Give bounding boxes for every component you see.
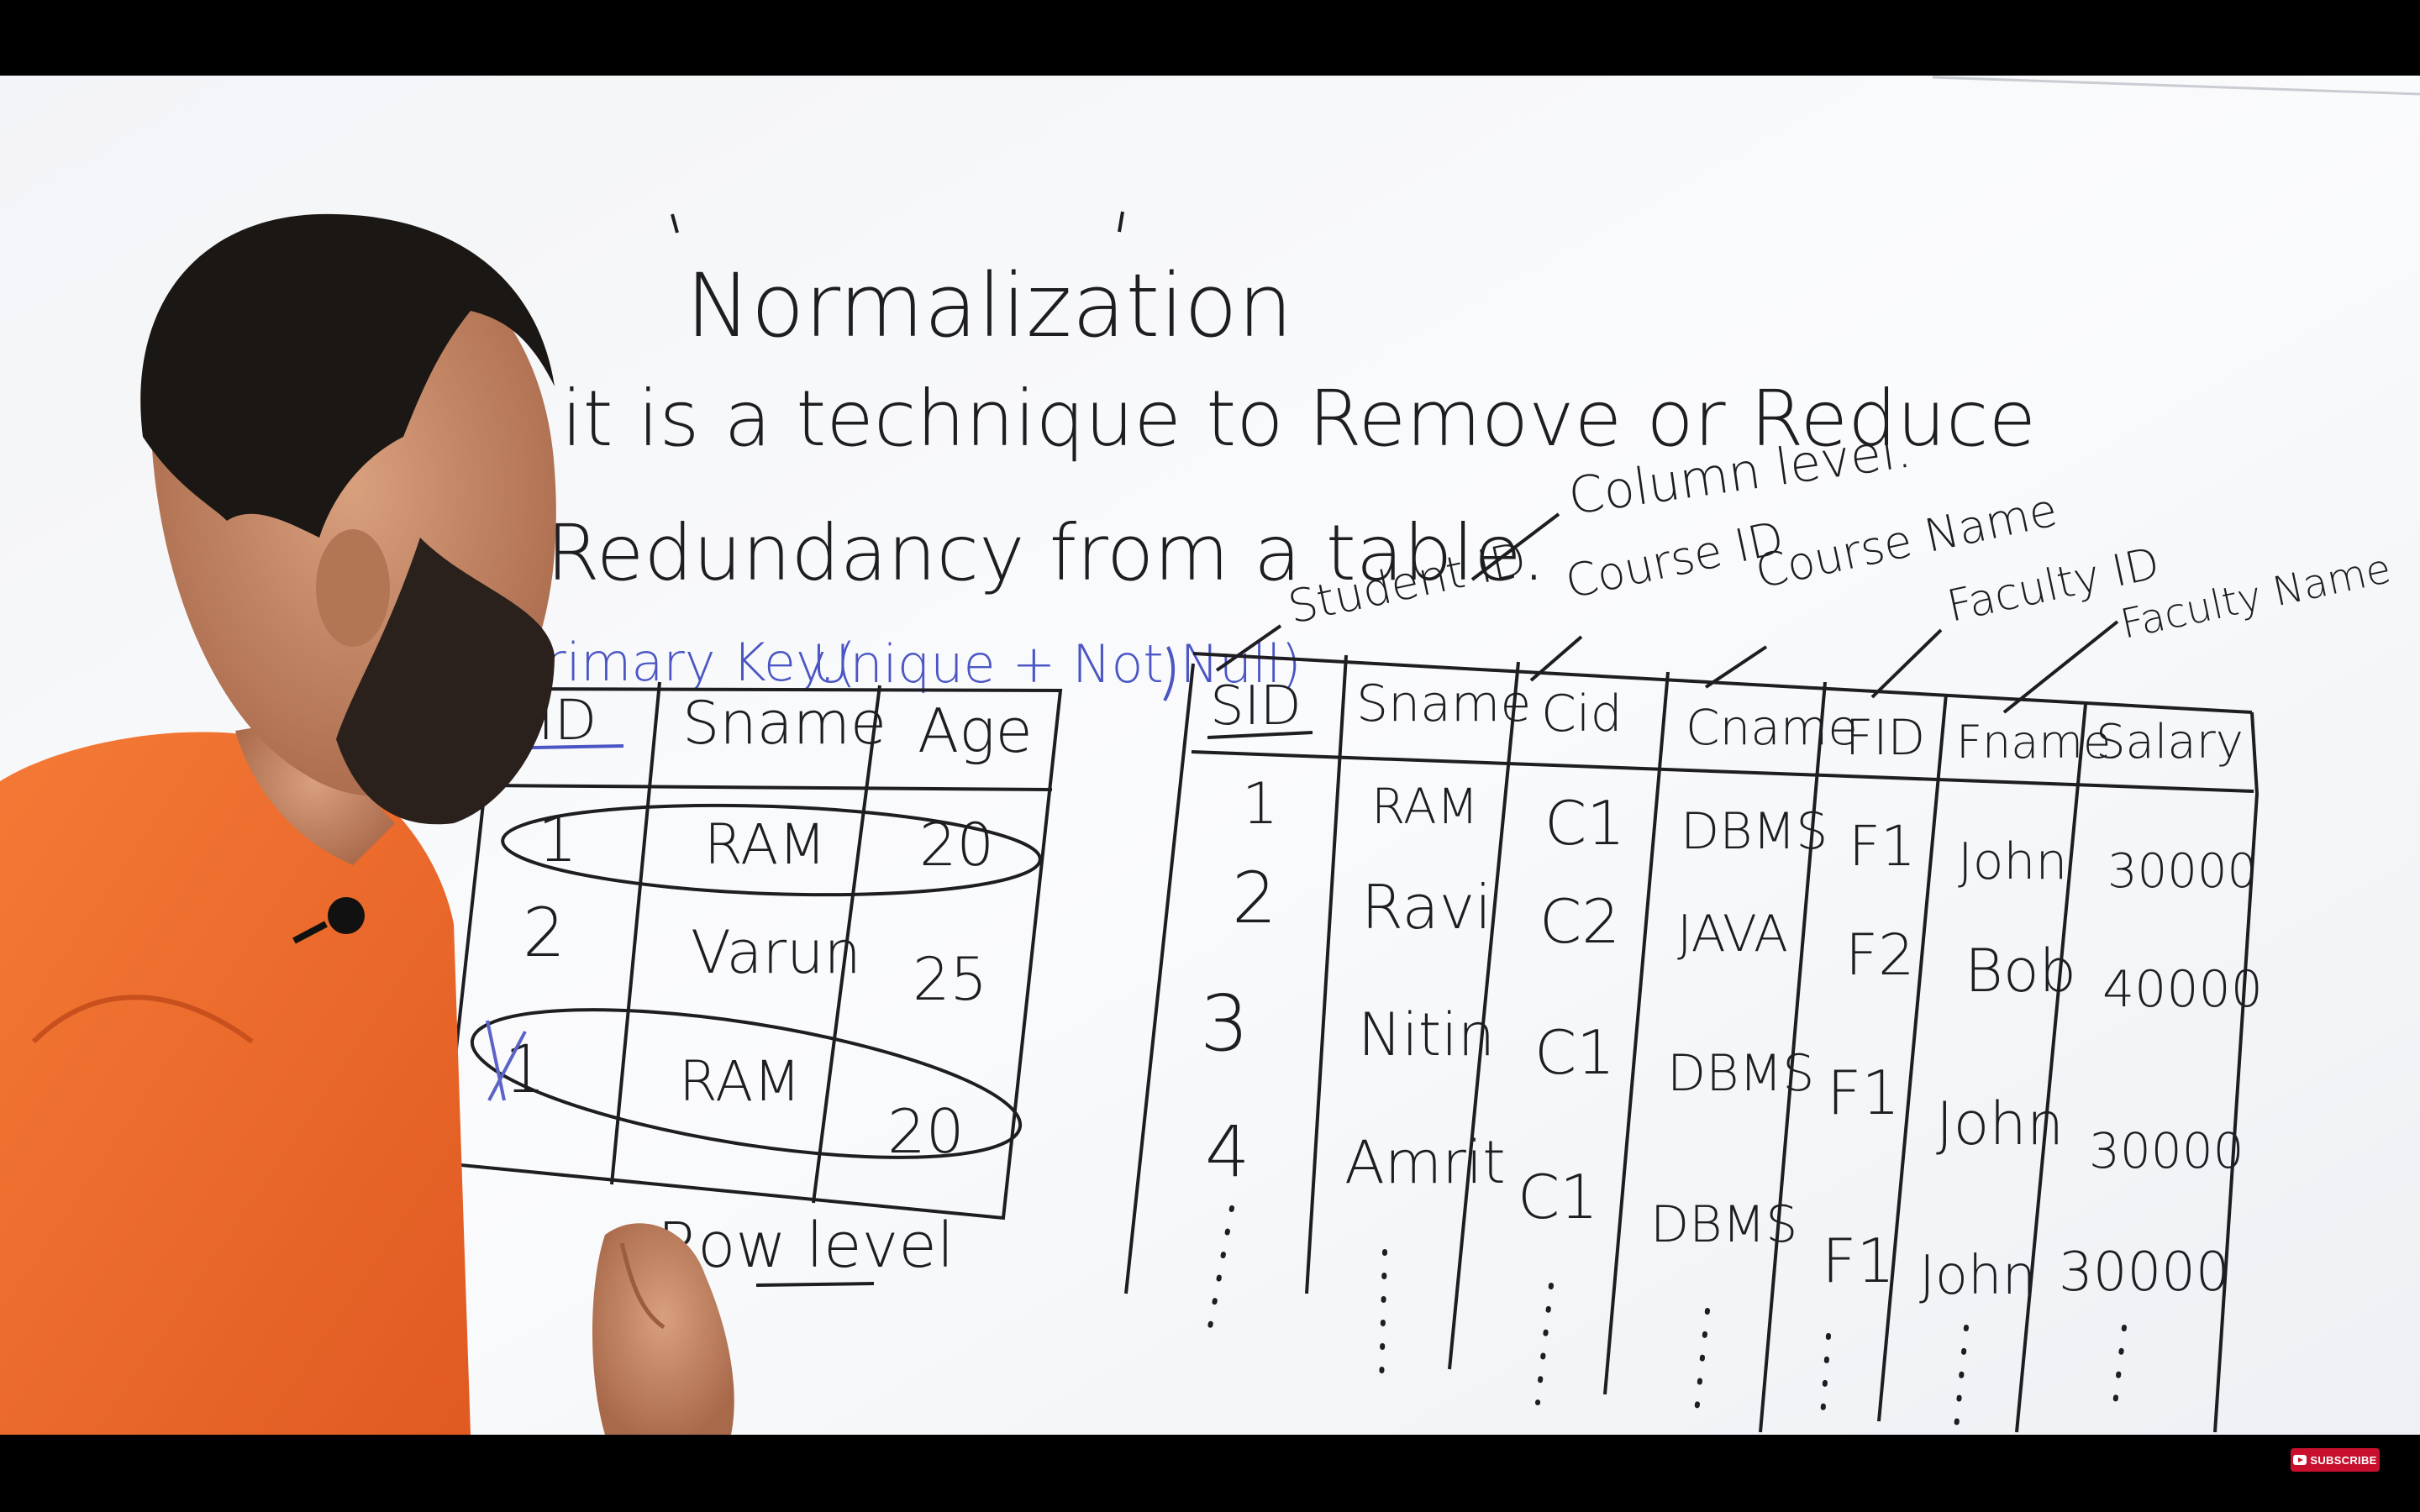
left-header-age: Age	[918, 696, 1033, 766]
left-cell-r1-sname: RAM	[704, 812, 826, 877]
right-cell-r1-salary: 30000	[2107, 844, 2257, 899]
right-cell-r4-sname: Amrit	[1344, 1128, 1506, 1197]
presenter-ear	[316, 529, 390, 647]
right-header-fname: Fname	[1956, 716, 2111, 769]
bottom-letterbox	[0, 1435, 2420, 1512]
right-cell-r3-fid: F1	[1827, 1058, 1900, 1128]
right-cell-r3-sname: Nitin	[1358, 1000, 1495, 1069]
right-cell-r2-fid: F2	[1845, 922, 1914, 989]
right-cell-r2-salary: 40000	[2102, 960, 2263, 1019]
video-frame: Normalization it is a technique to Remov…	[0, 0, 2420, 1512]
left-header-sname: Sname	[682, 689, 886, 758]
title-text: Normalization	[686, 255, 1293, 357]
top-letterbox	[0, 0, 2420, 76]
subscribe-button[interactable]: SUBSCRIBE	[2291, 1448, 2380, 1472]
right-cell-r1-fname: John	[1958, 832, 2067, 891]
left-cell-r2-sname: Varun	[691, 918, 861, 987]
right-cell-r1-sname: RAM	[1371, 778, 1479, 835]
play-icon	[2293, 1455, 2307, 1465]
right-header-sid: SID	[1210, 675, 1302, 738]
right-header-fid: FID	[1845, 709, 1925, 766]
right-cell-r3-cid: C1	[1534, 1017, 1615, 1088]
right-cell-r2-sname: Ravi	[1361, 872, 1491, 942]
primary-key-label: Primary Key.(	[514, 632, 856, 693]
right-cell-r4-fid: F1	[1822, 1226, 1895, 1296]
right-cell-r3-sid: 3	[1200, 979, 1249, 1068]
right-cell-r4-sid: 4	[1205, 1110, 1249, 1193]
right-cell-r2-fname: Bob	[1965, 937, 2076, 1005]
row-level-underline	[755, 1282, 875, 1287]
left-cell-r2-id: 2	[523, 894, 566, 972]
lapel-microphone	[328, 897, 365, 934]
right-cell-r4-cid: C1	[1518, 1162, 1598, 1232]
right-cell-r2-sid: 2	[1232, 857, 1276, 939]
right-cell-r2-cid: C2	[1539, 886, 1620, 957]
right-cell-r3-cname: DBMS	[1667, 1044, 1814, 1103]
right-cell-r1-sid: 1	[1242, 771, 1278, 837]
right-header-sname: Sname	[1356, 675, 1531, 733]
left-cell-r2-age: 25	[913, 945, 987, 1014]
right-header-salary: Salary	[2096, 715, 2244, 769]
right-cell-r1-cname: DBMS	[1681, 802, 1828, 861]
right-header-cid: Cid	[1541, 685, 1623, 743]
right-cell-r1-cid: C1	[1544, 788, 1625, 858]
right-cell-r2-cname: JAVA	[1677, 905, 1788, 963]
presenter-shirt	[0, 732, 471, 1435]
left-cell-r3-sname: RAM	[679, 1049, 801, 1114]
right-header-cname: Cname	[1686, 699, 1858, 756]
right-cell-r3-fname: John	[1936, 1089, 2064, 1158]
subscribe-label: SUBSCRIBE	[2310, 1453, 2377, 1467]
right-cell-r4-salary: 30000	[2059, 1242, 2230, 1304]
right-cell-r1-fid: F1	[1849, 814, 1916, 879]
left-cell-r3-id: 1	[504, 1032, 546, 1108]
right-cell-r3-salary: 30000	[2089, 1122, 2244, 1179]
right-cell-r4-fname: John	[1919, 1245, 2036, 1307]
right-cell-r4-cname: DBMS	[1650, 1195, 1797, 1254]
